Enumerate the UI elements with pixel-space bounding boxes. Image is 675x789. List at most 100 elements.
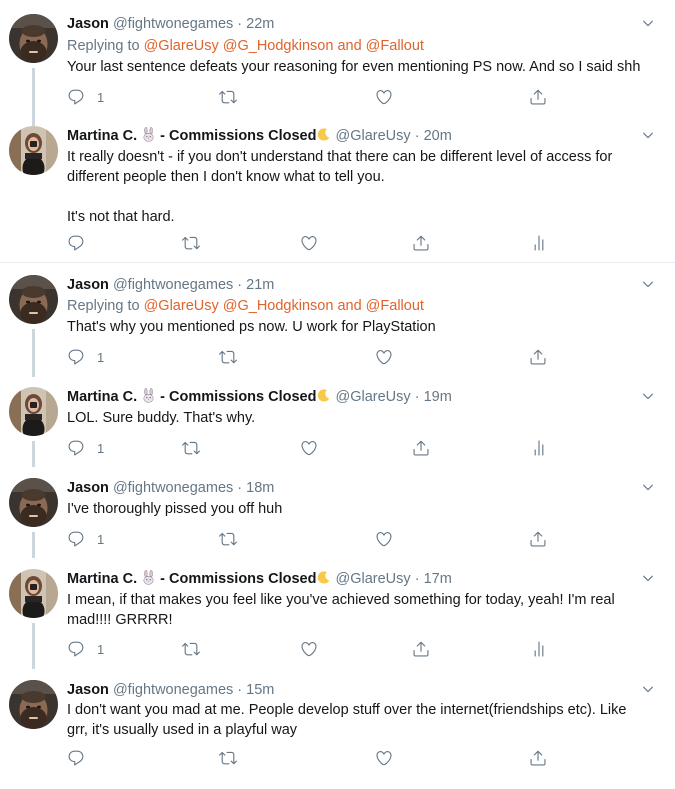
tweet[interactable]: Jason @fightwonegames · 15m I don't want… <box>0 680 675 785</box>
timestamp[interactable]: 15m <box>246 682 274 698</box>
reply-button[interactable] <box>67 748 97 768</box>
display-name[interactable]: Martina C. <box>67 571 137 587</box>
chevron-down-icon[interactable] <box>641 389 655 403</box>
display-name[interactable]: Martina C. <box>67 389 137 405</box>
share-button[interactable] <box>412 639 430 659</box>
mention-link[interactable]: @Fallout <box>366 298 424 314</box>
chevron-down-icon[interactable] <box>641 277 655 291</box>
user-handle[interactable]: @GlareUsy <box>336 128 411 144</box>
tweet-actions <box>67 233 627 253</box>
tweet[interactable]: Martina C. - Commissions Closed @GlareUs… <box>0 387 675 467</box>
like-button[interactable] <box>375 529 393 549</box>
share-icon <box>529 749 547 767</box>
user-handle[interactable]: @GlareUsy <box>336 571 411 587</box>
retweet-button[interactable] <box>182 233 200 253</box>
reply-button[interactable]: 1 <box>67 529 104 549</box>
display-name-suffix[interactable]: - Commissions Closed <box>160 571 316 587</box>
display-name-suffix[interactable]: - Commissions Closed <box>160 389 316 405</box>
timestamp[interactable]: 22m <box>246 16 274 32</box>
tweet[interactable]: Jason @fightwonegames · 22m Replying to … <box>0 14 675 132</box>
tweet[interactable]: Martina C. - Commissions Closed @GlareUs… <box>0 126 675 261</box>
avatar[interactable] <box>9 387 58 436</box>
reply-count: 1 <box>97 349 105 365</box>
tweet-actions: 1 <box>67 87 627 107</box>
like-button[interactable] <box>300 233 318 253</box>
display-name[interactable]: Jason <box>67 277 109 293</box>
user-handle[interactable]: @fightwonegames <box>113 277 233 293</box>
timestamp[interactable]: 19m <box>424 389 452 405</box>
replying-and[interactable]: and <box>337 298 361 314</box>
chevron-down-icon[interactable] <box>641 682 655 696</box>
tweet[interactable]: Martina C. - Commissions Closed @GlareUs… <box>0 569 675 669</box>
reply-button[interactable]: 1 <box>67 639 104 659</box>
chevron-down-icon[interactable] <box>641 480 655 494</box>
reply-button[interactable]: 1 <box>67 347 104 367</box>
display-name-suffix[interactable]: - Commissions Closed <box>160 128 316 144</box>
user-handle[interactable]: @fightwonegames <box>113 16 233 32</box>
thread-divider <box>0 262 675 263</box>
retweet-icon <box>219 348 237 366</box>
tweet[interactable]: Jason @fightwonegames · 18m I've thoroug… <box>0 478 675 558</box>
tweet-actions: 1 <box>67 639 627 659</box>
share-button[interactable] <box>529 748 547 768</box>
analytics-button[interactable] <box>530 233 548 253</box>
share-button[interactable] <box>529 87 547 107</box>
share-button[interactable] <box>412 438 430 458</box>
tweet-header: Martina C. - Commissions Closed @GlareUs… <box>67 126 452 146</box>
retweet-button[interactable] <box>219 529 237 549</box>
share-button[interactable] <box>529 347 547 367</box>
retweet-button[interactable] <box>182 639 200 659</box>
mention-link[interactable]: @GlareUsy <box>144 38 219 54</box>
share-button[interactable] <box>412 233 430 253</box>
retweet-button[interactable] <box>219 87 237 107</box>
like-button[interactable] <box>375 748 393 768</box>
replying-prefix: Replying to <box>67 298 140 314</box>
replying-and[interactable]: and <box>337 38 361 54</box>
like-button[interactable] <box>300 438 318 458</box>
display-name[interactable]: Martina C. <box>67 128 137 144</box>
like-button[interactable] <box>375 87 393 107</box>
avatar[interactable] <box>9 14 58 63</box>
share-button[interactable] <box>529 529 547 549</box>
chevron-down-icon[interactable] <box>641 128 655 142</box>
timestamp[interactable]: 21m <box>246 277 274 293</box>
reply-button[interactable] <box>67 233 97 253</box>
chevron-down-icon[interactable] <box>641 16 655 30</box>
avatar[interactable] <box>9 478 58 527</box>
user-handle[interactable]: @fightwonegames <box>113 480 233 496</box>
avatar[interactable] <box>9 126 58 175</box>
display-name[interactable]: Jason <box>67 480 109 496</box>
retweet-button[interactable] <box>182 438 200 458</box>
analytics-icon <box>530 640 548 658</box>
avatar[interactable] <box>9 680 58 729</box>
mention-link[interactable]: @G_Hodgkinson <box>223 38 334 54</box>
timestamp[interactable]: 20m <box>424 128 452 144</box>
mention-link[interactable]: @G_Hodgkinson <box>223 298 334 314</box>
tweet-text-line: LOL. Sure buddy. That's why. <box>67 410 256 426</box>
user-handle[interactable]: @fightwonegames <box>113 682 233 698</box>
retweet-button[interactable] <box>219 748 237 768</box>
mention-link[interactable]: @Fallout <box>366 38 424 54</box>
user-handle[interactable]: @GlareUsy <box>336 389 411 405</box>
tweet-header: Jason @fightwonegames · 18m <box>67 478 274 498</box>
display-name[interactable]: Jason <box>67 16 109 32</box>
analytics-button[interactable] <box>530 639 548 659</box>
tweet-header: Jason @fightwonegames · 15m <box>67 680 274 700</box>
avatar[interactable] <box>9 569 58 618</box>
like-button[interactable] <box>300 639 318 659</box>
retweet-button[interactable] <box>219 347 237 367</box>
tweet[interactable]: Jason @fightwonegames · 21m Replying to … <box>0 275 675 377</box>
avatar[interactable] <box>9 275 58 324</box>
mention-link[interactable]: @GlareUsy <box>144 298 219 314</box>
chevron-down-icon[interactable] <box>641 571 655 585</box>
reply-button[interactable]: 1 <box>67 438 104 458</box>
tweet-text: I don't want you mad at me. People devel… <box>67 700 657 740</box>
analytics-button[interactable] <box>530 438 548 458</box>
timestamp[interactable]: 17m <box>424 571 452 587</box>
analytics-icon <box>530 439 548 457</box>
tweet-text: LOL. Sure buddy. That's why. <box>67 408 657 428</box>
display-name[interactable]: Jason <box>67 682 109 698</box>
reply-button[interactable]: 1 <box>67 87 104 107</box>
like-button[interactable] <box>375 347 393 367</box>
timestamp[interactable]: 18m <box>246 480 274 496</box>
